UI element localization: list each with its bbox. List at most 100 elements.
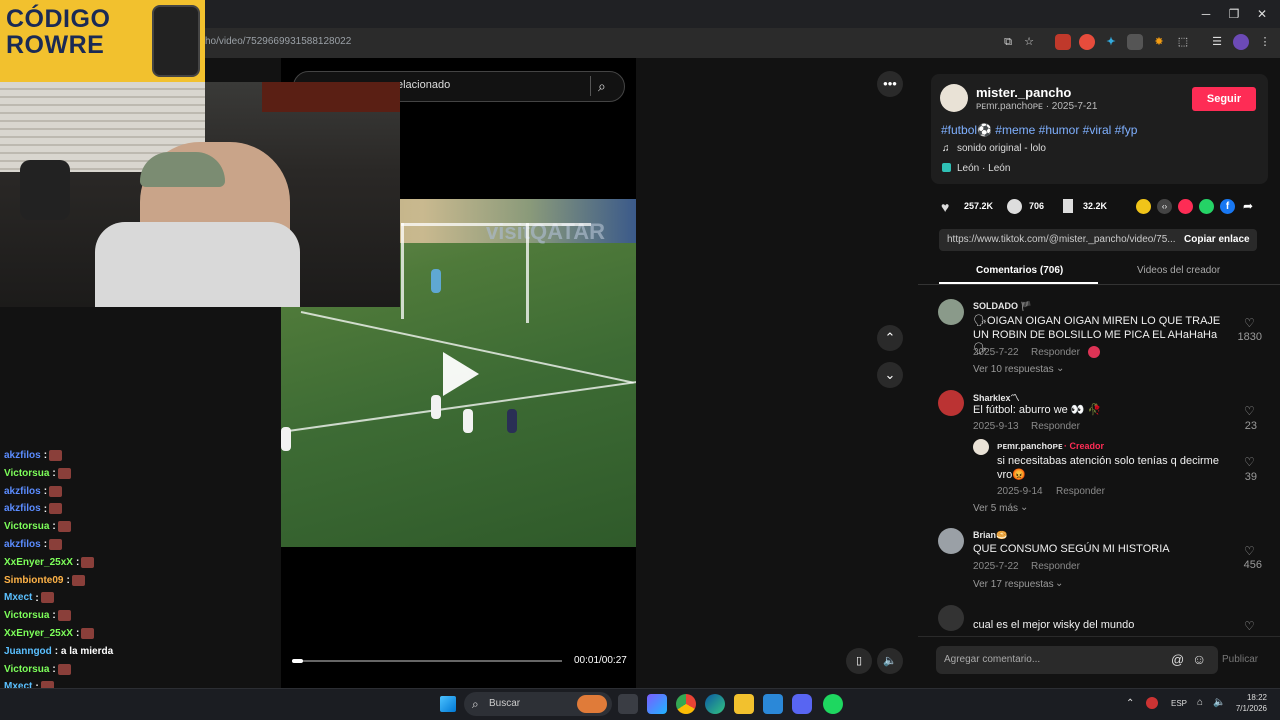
chat-username[interactable]: Victorsua — [4, 521, 49, 532]
taskbar-search-label[interactable]: Buscar — [489, 698, 520, 709]
extension-icon[interactable] — [1127, 34, 1143, 50]
comment-like-icon[interactable]: ♡ — [1244, 316, 1255, 330]
chat-username[interactable]: akzfilos — [4, 539, 41, 550]
network-icon[interactable]: ⌂ — [1197, 697, 1203, 708]
chevron-down-icon[interactable]: ⌄ — [1055, 578, 1063, 589]
search-input-text[interactable]: elacionado — [397, 79, 450, 91]
minimize-button[interactable]: ─ — [1198, 6, 1214, 22]
mention-icon[interactable]: @ — [1171, 652, 1184, 667]
start-icon[interactable] — [440, 696, 456, 712]
chrome-icon[interactable] — [676, 694, 696, 714]
view-more-replies-button[interactable]: Ver 5 más — [973, 503, 1018, 514]
chat-username[interactable]: Juanngod — [4, 646, 52, 657]
send-icon[interactable] — [1178, 199, 1193, 214]
volume-icon[interactable]: 🔈 — [877, 648, 903, 674]
tray-icon[interactable] — [1146, 697, 1158, 709]
extension-icon[interactable] — [1079, 34, 1095, 50]
tab-creator-videos[interactable]: Videos del creador — [1137, 265, 1220, 276]
search-highlight-icon[interactable] — [577, 695, 607, 713]
reply-like-icon[interactable]: ♡ — [1244, 455, 1255, 469]
extension-icon[interactable] — [1055, 34, 1071, 50]
miniplayer-icon[interactable]: ▯ — [846, 648, 872, 674]
comment-like-icon[interactable]: ♡ — [1244, 404, 1255, 418]
task-view-icon[interactable] — [618, 694, 638, 714]
chevron-down-icon[interactable]: ⌄ — [1020, 502, 1028, 513]
extension-icon[interactable]: ✸ — [1151, 34, 1167, 50]
commenter-avatar[interactable] — [938, 299, 964, 325]
creator-username[interactable]: mister._pancho — [976, 85, 1071, 100]
tab-comments[interactable]: Comentarios (706) — [976, 265, 1063, 276]
view-replies-button[interactable]: Ver 10 respuestas — [973, 364, 1054, 375]
commenter-avatar[interactable] — [938, 390, 964, 416]
close-window-button[interactable]: ✕ — [1254, 6, 1270, 22]
reply-button[interactable]: Responder — [1031, 561, 1080, 572]
music-title[interactable]: sonido original - lolo — [957, 143, 1046, 154]
facebook-icon[interactable]: f — [1220, 199, 1235, 214]
volume-icon[interactable]: 🔈 — [1213, 697, 1225, 708]
comment-author[interactable]: SOLDADO 🏴 — [973, 301, 1032, 312]
creator-reply-avatar[interactable] — [973, 439, 989, 455]
chat-username[interactable]: akzfilos — [4, 486, 41, 497]
search-icon[interactable]: ⌕ — [598, 78, 606, 95]
hashtags[interactable]: #futbol⚽ #meme #humor #viral #fyp — [941, 123, 1137, 137]
chevron-down-icon[interactable]: ⌄ — [877, 362, 903, 388]
chat-username[interactable]: Mxect — [4, 593, 32, 604]
edge-icon[interactable] — [705, 694, 725, 714]
commenter-avatar[interactable] — [938, 605, 964, 631]
share-icon[interactable]: ➦ — [1243, 199, 1253, 213]
view-replies-button[interactable]: Ver 17 respuestas — [973, 579, 1054, 590]
reply-button[interactable]: Responder — [1031, 421, 1080, 432]
comment-icon[interactable] — [1007, 199, 1022, 214]
chat-username[interactable]: akzfilos — [4, 504, 41, 515]
comment-like-icon[interactable]: ♡ — [1244, 619, 1255, 633]
chat-username[interactable]: Victorsua — [4, 610, 49, 621]
publish-button[interactable]: Publicar — [1222, 654, 1258, 665]
extensions-puzzle-icon[interactable]: ⬚ — [1175, 34, 1191, 50]
chat-username[interactable]: XxEnyer_25xX — [4, 557, 73, 568]
chevron-up-icon[interactable]: ⌃ — [877, 325, 903, 351]
more-options-icon[interactable]: ••• — [877, 71, 903, 97]
chat-username[interactable]: Victorsua — [4, 468, 49, 479]
creator-avatar[interactable] — [940, 84, 968, 112]
profile-avatar-icon[interactable] — [1233, 34, 1249, 50]
maximize-button[interactable]: ❐ — [1226, 6, 1242, 22]
reading-list-icon[interactable]: ☰ — [1209, 34, 1225, 50]
reply-button[interactable]: Responder — [1031, 347, 1080, 358]
chevron-up-icon[interactable]: ⌃ — [1126, 698, 1134, 709]
chat-username[interactable]: XxEnyer_25xX — [4, 628, 73, 639]
copilot-icon[interactable] — [647, 694, 667, 714]
whatsapp-icon[interactable] — [1199, 199, 1214, 214]
browser-menu-icon[interactable]: ⋮ — [1257, 34, 1273, 50]
play-icon[interactable] — [443, 352, 479, 396]
cast-icon[interactable]: ⧉ — [1000, 34, 1016, 50]
comment-like-icon[interactable]: ♡ — [1244, 544, 1255, 558]
clock-time[interactable]: 18:22 — [1237, 693, 1267, 702]
copy-link-button[interactable]: Copiar enlace — [1184, 234, 1250, 245]
reply-author[interactable]: ᴘᴇmr.panchoᴘᴇ — [997, 441, 1063, 451]
comment-author[interactable]: Brian🥯 — [973, 530, 1007, 541]
follow-button[interactable]: Seguir — [1192, 87, 1256, 111]
language-indicator[interactable]: ESP — [1171, 699, 1187, 708]
search-icon[interactable]: ⌕ — [472, 697, 479, 712]
file-explorer-icon[interactable] — [734, 694, 754, 714]
progress-track[interactable] — [292, 660, 562, 662]
video-link[interactable]: https://www.tiktok.com/@mister._pancho/v… — [947, 234, 1175, 245]
chat-username[interactable]: akzfilos — [4, 450, 41, 461]
mail-icon[interactable] — [763, 694, 783, 714]
extension-icon[interactable]: ✦ — [1103, 34, 1119, 50]
bookmark-icon[interactable] — [1063, 199, 1073, 213]
location-text[interactable]: León · León — [957, 163, 1010, 174]
embed-icon[interactable]: ‹› — [1157, 199, 1172, 214]
chevron-down-icon[interactable]: ⌄ — [1056, 363, 1064, 374]
spotify-icon[interactable] — [823, 694, 843, 714]
comment-input-placeholder[interactable]: Agregar comentario... — [944, 654, 1040, 665]
chat-username[interactable]: Victorsua — [4, 664, 49, 675]
url-text[interactable]: cho/video/7529669931588128022 — [200, 36, 351, 47]
heart-icon[interactable]: ♥ — [941, 199, 949, 215]
discord-icon[interactable] — [792, 694, 812, 714]
chat-username[interactable]: Simbionte09 — [4, 575, 63, 586]
bookmark-star-icon[interactable]: ☆ — [1021, 34, 1037, 50]
emoji-icon[interactable]: ☺ — [1192, 651, 1206, 667]
progress-fill[interactable] — [292, 659, 303, 663]
reply-button[interactable]: Responder — [1056, 486, 1105, 497]
